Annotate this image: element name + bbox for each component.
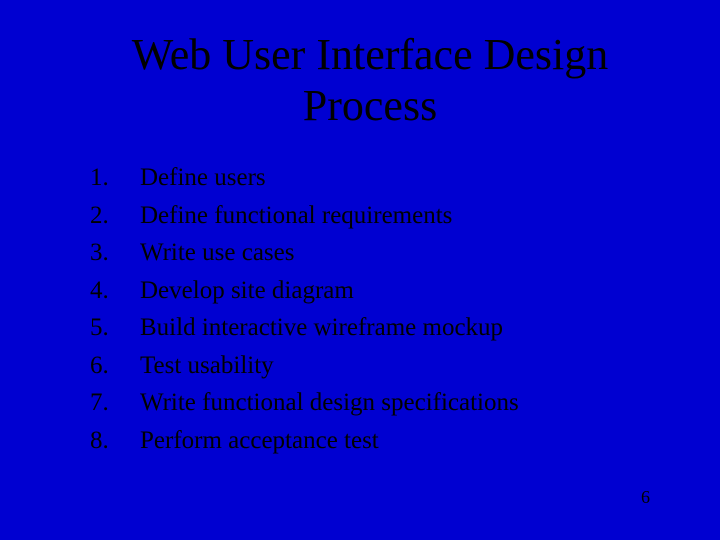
- page-number: 6: [641, 487, 650, 508]
- list-item: 7. Write functional design specification…: [90, 384, 660, 422]
- slide-title: Web User Interface Design Process: [90, 30, 650, 131]
- list-number: 2.: [90, 197, 140, 235]
- list-text: Build interactive wireframe mockup: [140, 309, 660, 347]
- list-item: 6. Test usability: [90, 347, 660, 385]
- ordered-list: 1. Define users 2. Define functional req…: [80, 159, 660, 459]
- list-text: Define users: [140, 159, 660, 197]
- list-number: 8.: [90, 422, 140, 460]
- list-item: 1. Define users: [90, 159, 660, 197]
- list-number: 3.: [90, 234, 140, 272]
- list-item: 3. Write use cases: [90, 234, 660, 272]
- list-item: 4. Develop site diagram: [90, 272, 660, 310]
- slide: Web User Interface Design Process 1. Def…: [0, 0, 720, 540]
- list-text: Write functional design specifications: [140, 384, 660, 422]
- list-number: 6.: [90, 347, 140, 385]
- list-item: 8. Perform acceptance test: [90, 422, 660, 460]
- list-item: 5. Build interactive wireframe mockup: [90, 309, 660, 347]
- list-number: 4.: [90, 272, 140, 310]
- list-number: 7.: [90, 384, 140, 422]
- list-text: Test usability: [140, 347, 660, 385]
- list-text: Develop site diagram: [140, 272, 660, 310]
- list-item: 2. Define functional requirements: [90, 197, 660, 235]
- list-number: 1.: [90, 159, 140, 197]
- list-text: Define functional requirements: [140, 197, 660, 235]
- list-text: Write use cases: [140, 234, 660, 272]
- list-number: 5.: [90, 309, 140, 347]
- list-text: Perform acceptance test: [140, 422, 660, 460]
